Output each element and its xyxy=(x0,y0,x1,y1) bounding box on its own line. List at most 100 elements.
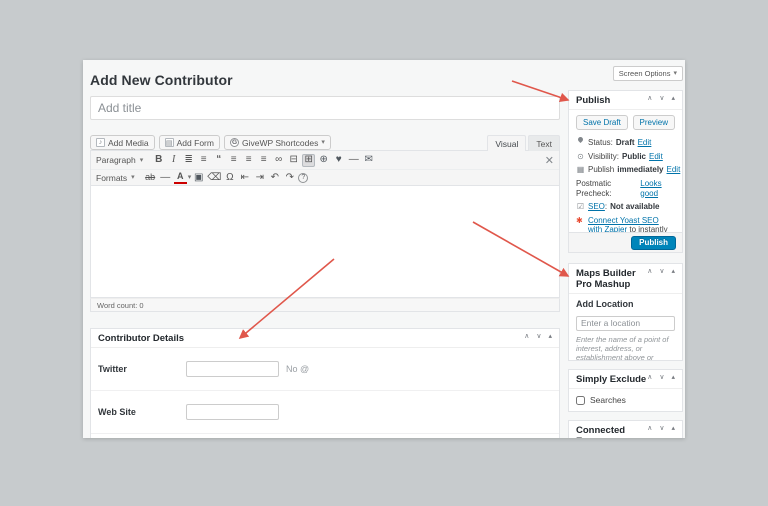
postmatic-link[interactable]: Looks good xyxy=(640,179,675,199)
blockquote-icon[interactable]: “ xyxy=(212,154,225,167)
visibility-edit-link[interactable]: Edit xyxy=(649,152,663,162)
givewp-shortcodes-button[interactable]: G GiveWP Shortcodes ▾ xyxy=(223,135,331,150)
editor-statusbar: Word count: 0 xyxy=(90,298,560,312)
indent-icon[interactable]: ⇥ xyxy=(253,171,266,184)
move-up-icon[interactable]: ∧ xyxy=(524,333,529,340)
editor-content-area[interactable] xyxy=(90,186,560,298)
tab-text[interactable]: Text xyxy=(528,135,560,151)
undo-icon[interactable]: ↶ xyxy=(268,171,281,184)
add-form-button[interactable]: ▤ Add Form xyxy=(158,135,220,150)
status-value: Draft xyxy=(615,138,635,147)
contributor-details-header[interactable]: Contributor Details ∧ ∨ ▴ xyxy=(91,329,559,348)
preview-button[interactable]: Preview xyxy=(632,115,675,130)
website-input[interactable] xyxy=(186,404,279,420)
toggle-icon[interactable]: ▴ xyxy=(671,95,675,102)
toolbar-row-2: Formats ▾ ab — A ▾ ▣ ⌫ Ω ⇤ ⇥ ↶ ↷ ? xyxy=(91,169,559,185)
status-edit-link[interactable]: Edit xyxy=(638,138,652,148)
toggle-icon[interactable]: ▴ xyxy=(548,333,552,340)
formats-dropdown[interactable]: Formats ▾ xyxy=(96,173,135,183)
seo-row: ☑ SEO: Not available xyxy=(576,202,675,212)
italic-icon[interactable]: I xyxy=(167,154,180,167)
maps-builder-header[interactable]: Maps Builder Pro Mashup ∧ ∨ ▴ xyxy=(569,264,682,294)
add-form-label: Add Form xyxy=(176,137,214,148)
publish-buttons-row: Save Draft Preview xyxy=(576,115,675,130)
move-up-icon[interactable]: ∧ xyxy=(647,95,652,102)
outdent-icon[interactable]: ⇤ xyxy=(238,171,251,184)
twitter-label: Twitter xyxy=(98,364,127,374)
paragraph-dropdown[interactable]: Paragraph ▾ xyxy=(96,155,143,165)
chevron-down-icon: ▾ xyxy=(187,174,192,181)
add-form-icon: ▤ xyxy=(164,138,174,147)
plugin-extra-icon[interactable]: ✉ xyxy=(362,154,375,167)
status-label: Status: xyxy=(588,138,613,147)
special-character-icon[interactable]: Ω xyxy=(223,171,236,184)
status-row: Status: Draft Edit xyxy=(576,136,675,148)
horizontal-rule-icon[interactable]: — xyxy=(159,171,172,184)
strikethrough-icon[interactable]: ab xyxy=(144,171,157,184)
align-left-icon[interactable]: ≡ xyxy=(227,154,240,167)
connected-essays-metabox: Connected Essays ∧ ∨ ▴ + Create connecti… xyxy=(568,420,683,438)
align-center-icon[interactable]: ≡ xyxy=(242,154,255,167)
move-down-icon[interactable]: ∨ xyxy=(536,333,541,340)
publish-body: Save Draft Preview Status: Draft Edit ⊙ … xyxy=(569,110,682,232)
postmatic-row: Postmatic Precheck: Looks good xyxy=(576,179,675,199)
align-right-icon[interactable]: ≡ xyxy=(257,154,270,167)
maps-body: Add Location Enter the name of a point o… xyxy=(569,294,682,360)
twitter-hint: No @ xyxy=(286,364,310,374)
help-icon[interactable]: ? xyxy=(298,172,309,183)
twitter-input[interactable] xyxy=(186,361,279,377)
seo-check-icon: ☑ xyxy=(576,202,585,211)
contributor-details-title: Contributor Details xyxy=(98,333,185,344)
heart-icon[interactable]: ♥ xyxy=(332,154,345,167)
simply-exclude-header[interactable]: Simply Exclude ∧ ∨ ▴ xyxy=(569,370,682,389)
move-up-icon[interactable]: ∧ xyxy=(647,374,652,381)
link-icon[interactable]: ∞ xyxy=(272,154,285,167)
toggle-icon[interactable]: ▴ xyxy=(671,425,675,432)
toggle-icon[interactable]: ▴ xyxy=(671,268,675,275)
distraction-free-icon[interactable]: ✕ xyxy=(545,154,554,167)
add-media-label: Add Media xyxy=(108,137,149,148)
dash-icon[interactable]: — xyxy=(347,154,360,167)
location-input[interactable] xyxy=(576,315,675,331)
connected-essays-header[interactable]: Connected Essays ∧ ∨ ▴ xyxy=(569,421,682,438)
chevron-down-icon: ▾ xyxy=(673,70,677,77)
page-title: Add New Contributor xyxy=(90,72,233,88)
visibility-value: Public xyxy=(621,151,646,161)
metabox-handle-icons: ∧ ∨ ▴ xyxy=(647,374,675,381)
publish-button[interactable]: Publish xyxy=(631,235,676,250)
move-down-icon[interactable]: ∨ xyxy=(659,268,664,275)
toolbar-toggle-icon[interactable]: ⊞ xyxy=(302,153,316,167)
schedule-edit-link[interactable]: Edit xyxy=(667,165,681,175)
simply-exclude-body: Searches xyxy=(569,389,682,411)
visibility-row: ⊙ Visibility: Public Edit xyxy=(576,152,675,162)
simply-exclude-title: Simply Exclude xyxy=(576,374,647,385)
move-down-icon[interactable]: ∨ xyxy=(659,374,664,381)
clear-formatting-icon[interactable]: ⌫ xyxy=(207,171,221,184)
move-down-icon[interactable]: ∨ xyxy=(659,425,664,432)
redo-icon[interactable]: ↷ xyxy=(283,171,296,184)
move-up-icon[interactable]: ∧ xyxy=(647,268,652,275)
chevron-down-icon: ▾ xyxy=(139,156,144,164)
bold-icon[interactable]: B xyxy=(152,154,165,167)
paste-as-text-icon[interactable]: ▣ xyxy=(192,171,205,184)
toggle-icon[interactable]: ▴ xyxy=(671,374,675,381)
move-down-icon[interactable]: ∨ xyxy=(659,95,664,102)
add-location-label: Add Location xyxy=(576,299,634,309)
numbered-list-icon[interactable]: ≡ xyxy=(197,154,210,167)
seo-separator: : xyxy=(604,202,608,211)
word-count-label: Word count: xyxy=(97,300,138,310)
seo-link[interactable]: SEO xyxy=(588,202,605,211)
screen-options-button[interactable]: Screen Options ▾ xyxy=(612,66,683,81)
tab-visual[interactable]: Visual xyxy=(487,135,527,151)
move-up-icon[interactable]: ∧ xyxy=(647,425,652,432)
publish-header[interactable]: Publish ∧ ∨ ▴ xyxy=(569,91,682,110)
add-media-button[interactable]: ♪ Add Media xyxy=(90,135,155,150)
chevron-down-icon: ▾ xyxy=(321,139,325,146)
searches-checkbox[interactable] xyxy=(576,395,585,405)
save-draft-button[interactable]: Save Draft xyxy=(576,115,628,130)
bullet-list-icon[interactable]: ≣ xyxy=(182,154,195,167)
insert-circle-icon[interactable]: ⊕ xyxy=(317,154,330,167)
post-title-input[interactable] xyxy=(90,96,560,120)
text-color-icon[interactable]: A xyxy=(173,172,187,184)
read-more-icon[interactable]: ⊟ xyxy=(287,154,300,167)
